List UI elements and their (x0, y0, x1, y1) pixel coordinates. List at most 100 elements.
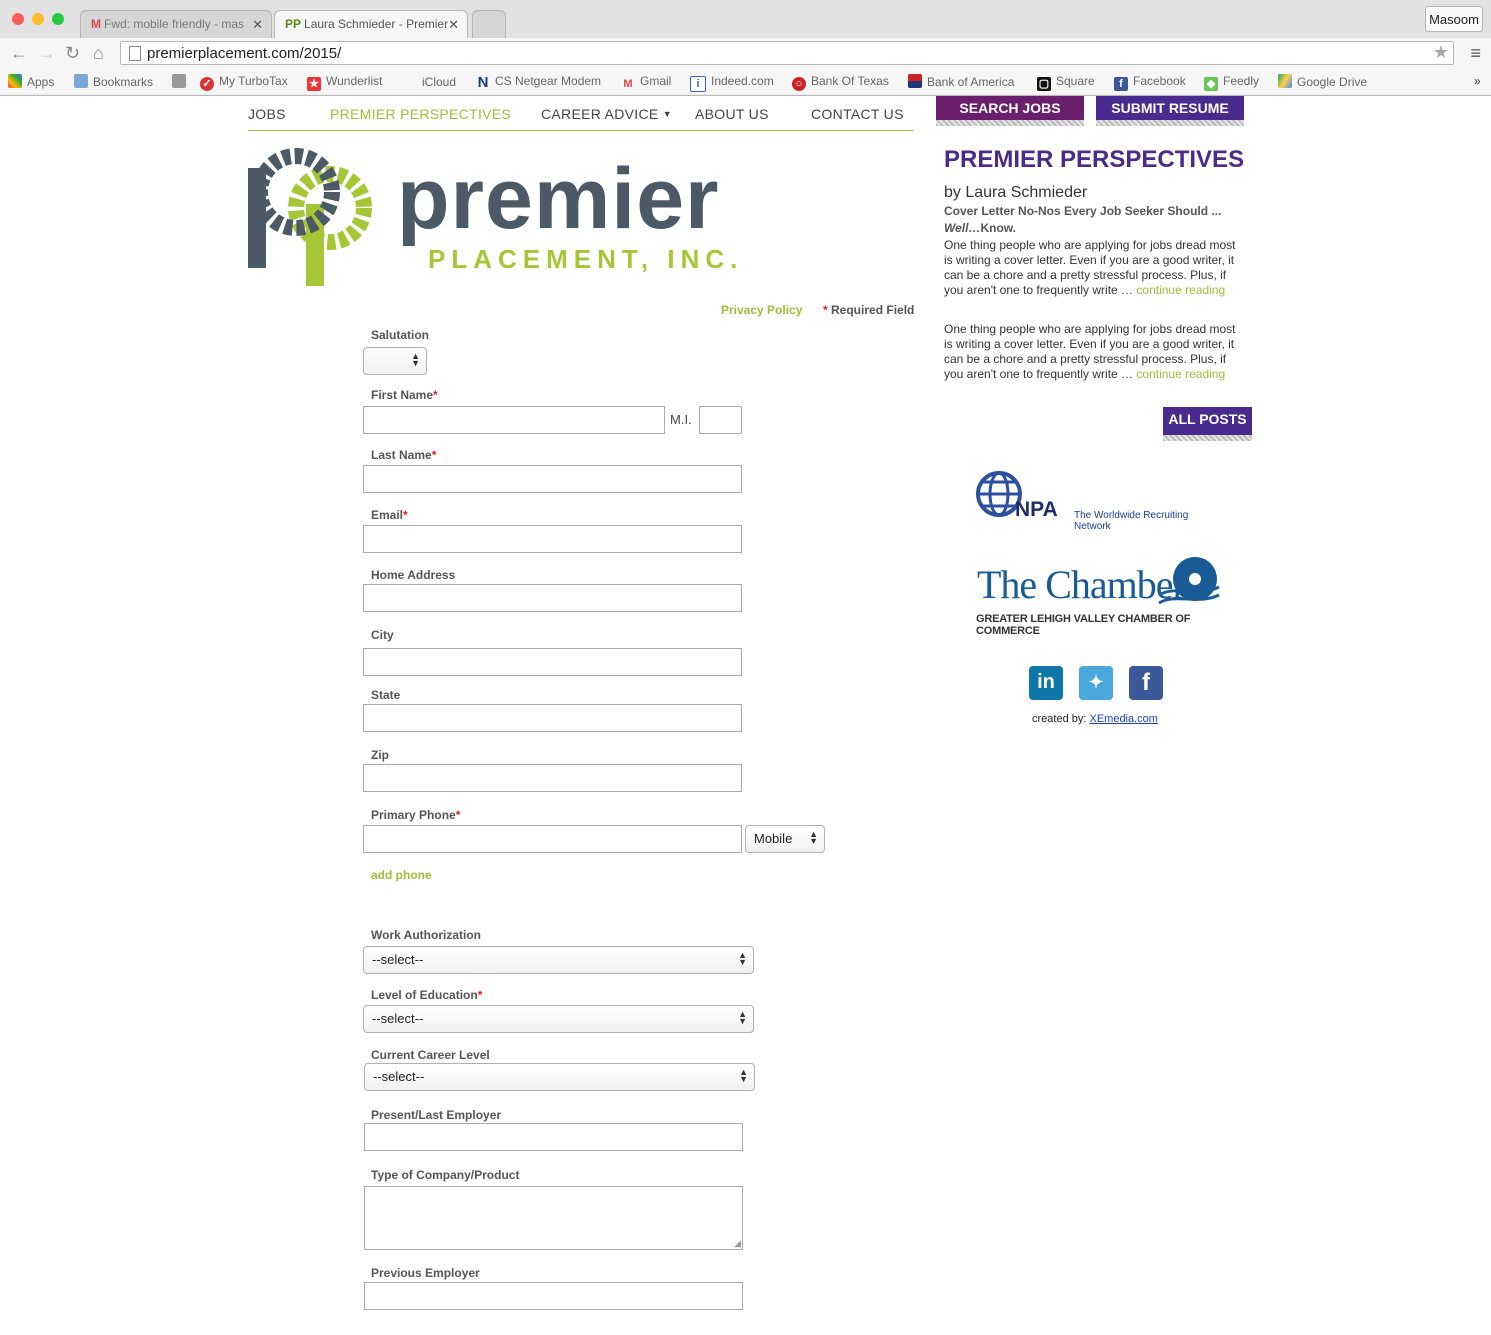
new-tab-button[interactable] (472, 10, 506, 38)
primary-phone-label: Primary Phone* (371, 808, 461, 822)
close-tab-icon[interactable]: ✕ (252, 17, 263, 33)
search-jobs-label: SEARCH JOBS (959, 100, 1061, 116)
tab-premier[interactable]: PP Laura Schmieder - Premier ✕ (274, 10, 468, 38)
search-jobs-button[interactable]: SEARCH JOBS (936, 96, 1084, 126)
bookmark-indeed[interactable]: i Indeed.com (690, 74, 774, 92)
aside-title: PREMIER PERSPECTIVES (944, 146, 1245, 173)
bookmark-wunderlist[interactable]: ★ Wunderlist (307, 74, 382, 91)
last-name-label: Last Name* (371, 448, 437, 462)
continue-reading-link[interactable]: continue reading (1136, 367, 1225, 381)
primary-phone-input[interactable] (363, 825, 742, 853)
bookmarks-overflow-icon[interactable]: » (1474, 74, 1481, 88)
first-name-label: First Name* (371, 388, 438, 402)
home-address-input[interactable] (363, 584, 742, 612)
logo-wordmark: premier (397, 151, 720, 247)
bookmark-square[interactable]: ▢ Square (1037, 74, 1095, 91)
zip-input[interactable] (363, 764, 742, 792)
continue-reading-link[interactable]: continue reading (1136, 283, 1225, 297)
google-drive-icon (1278, 74, 1292, 88)
education-select[interactable]: --select-- ▲ ▼ (363, 1005, 754, 1033)
select-arrows-icon: ▲ ▼ (809, 829, 818, 846)
npa-logo[interactable]: NPA The Worldwide Recruiting Network (975, 470, 1225, 532)
submit-resume-button[interactable]: SUBMIT RESUME (1096, 96, 1244, 126)
nav-underline (248, 130, 913, 131)
bookmark-bank-of-america[interactable]: Bank of America (908, 74, 1014, 89)
bookmark-icloud[interactable]: iCloud (403, 74, 456, 89)
select-arrows-icon: ▲ ▼ (411, 351, 420, 368)
bookmark-google-drive[interactable]: Google Drive (1278, 74, 1367, 89)
logo-subtitle: PLACEMENT, INC. (428, 244, 744, 274)
resize-handle-icon[interactable]: ◢ (734, 1238, 741, 1249)
url-text: premierplacement.com/2015/ (147, 45, 342, 62)
work-authorization-select[interactable]: --select-- ▲ ▼ (363, 946, 754, 974)
linkedin-icon[interactable]: in (1029, 666, 1063, 700)
bookmark-star-icon[interactable]: ★ (1433, 42, 1449, 63)
post-excerpt-2: One thing people who are applying for jo… (944, 322, 1244, 382)
profile-button[interactable]: Masoom (1425, 6, 1483, 32)
menu-icon[interactable]: ≡ (1470, 43, 1481, 64)
middle-initial-input[interactable] (699, 406, 742, 434)
twitter-icon[interactable]: ✦ (1079, 666, 1113, 700)
bookmark-feedly[interactable]: ◆ Feedly (1204, 74, 1259, 91)
bookmarks-bar: Apps Bookmarks ✓ My TurboTax ★ Wunderlist … (0, 70, 1491, 94)
reload-icon[interactable]: ↻ (65, 43, 80, 64)
company-type-textarea[interactable]: ◢ (364, 1186, 743, 1250)
bookmark-netgear[interactable]: N CS Netgear Modem (476, 74, 601, 90)
select-arrows-icon: ▲ ▼ (739, 1067, 748, 1084)
home-address-label: Home Address (371, 568, 456, 582)
chamber-logo[interactable]: The Chamber GREATER LEHIGH VALLEY CHAMBE… (975, 557, 1225, 637)
forward-arrow-icon[interactable]: → (38, 43, 56, 64)
nav-career-advice[interactable]: CAREER ADVICE ▼ (541, 106, 672, 122)
required-star: * (823, 303, 828, 317)
nav-premier-perspectives[interactable]: PREMIER PERSPECTIVES (330, 106, 511, 122)
career-level-select[interactable]: --select-- ▲ ▼ (364, 1063, 755, 1091)
state-label: State (371, 688, 401, 702)
bookmark-facebook[interactable]: f Facebook (1114, 74, 1186, 91)
bookmark-printer[interactable] (172, 74, 191, 89)
netgear-icon: N (477, 74, 489, 91)
maximize-window-button[interactable] (52, 13, 64, 25)
feedly-icon: ◆ (1204, 77, 1218, 91)
wunderlist-icon: ★ (307, 77, 321, 91)
xemedia-link[interactable]: XEmedia.com (1089, 713, 1157, 725)
mi-label: M.I. (670, 412, 692, 427)
privacy-policy-link[interactable]: Privacy Policy (721, 303, 802, 317)
post-title[interactable]: Cover Letter No-Nos Every Job Seeker Sho… (944, 204, 1254, 235)
email-input[interactable] (363, 525, 742, 553)
nav-contact-us[interactable]: CONTACT US (811, 106, 904, 122)
nav-jobs[interactable]: JOBS (248, 106, 286, 122)
all-posts-label: ALL POSTS (1168, 411, 1247, 427)
bookmark-bookmarks[interactable]: Bookmarks (74, 74, 153, 89)
city-label: City (371, 628, 394, 642)
work-authorization-value: --select-- (372, 952, 424, 967)
previous-employer-input[interactable] (364, 1282, 743, 1310)
add-phone-link[interactable]: add phone (371, 868, 432, 882)
all-posts-button[interactable]: ALL POSTS (1163, 407, 1252, 441)
premier-favicon-icon: PP (285, 17, 302, 31)
bookmark-bank-of-texas[interactable]: ○ Bank Of Texas (792, 74, 889, 91)
state-input[interactable] (363, 704, 742, 732)
minimize-window-button[interactable] (32, 13, 44, 25)
back-arrow-icon[interactable]: ← (10, 43, 28, 64)
email-label: Email* (371, 508, 408, 522)
salutation-select[interactable]: ▲ ▼ (363, 347, 427, 375)
facebook-icon[interactable]: f (1129, 666, 1163, 700)
bookmark-apps[interactable]: Apps (8, 74, 54, 89)
post-title-line-1: Cover Letter No-Nos Every Job Seeker Sho… (944, 204, 1222, 218)
last-name-input[interactable] (363, 465, 742, 493)
first-name-input[interactable] (363, 406, 665, 434)
tab-gmail[interactable]: M Fwd: mobile friendly - mas ✕ (80, 10, 272, 38)
close-tab-icon[interactable]: ✕ (448, 17, 459, 33)
company-type-label: Type of Company/Product (371, 1168, 520, 1182)
bookmark-gmail[interactable]: M Gmail (621, 74, 671, 91)
education-value: --select-- (372, 1011, 424, 1026)
address-bar[interactable]: premierplacement.com/2015/ ★ (120, 41, 1454, 65)
city-input[interactable] (363, 648, 742, 676)
home-icon[interactable]: ⌂ (93, 43, 104, 64)
close-window-button[interactable] (12, 13, 24, 25)
employer-input[interactable] (364, 1123, 743, 1151)
nav-about-us[interactable]: ABOUT US (695, 106, 769, 122)
phone-type-select[interactable]: Mobile ▲ ▼ (745, 825, 825, 853)
required-field-note: * Required Field (823, 303, 914, 317)
bookmark-turbotax[interactable]: ✓ My TurboTax (200, 74, 288, 91)
